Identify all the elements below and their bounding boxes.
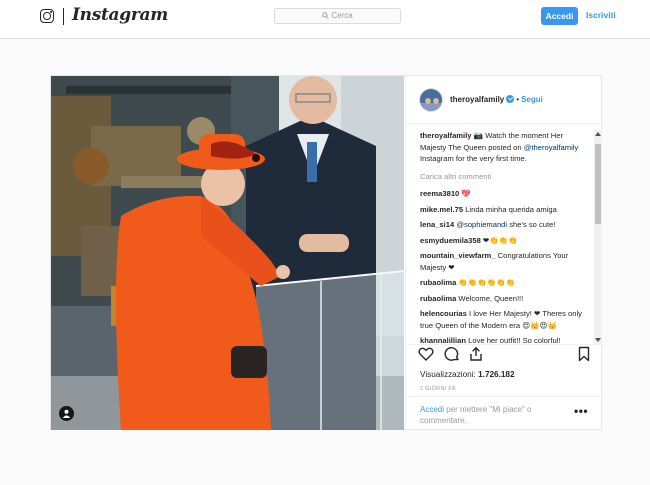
comment-text: 💖: [461, 189, 471, 198]
post-header: theroyalfamily • Segui: [406, 76, 603, 124]
comment-item: reema3810 💖: [420, 188, 590, 200]
login-prompt: Accedi per mettere "Mi piace" o commenta…: [420, 404, 565, 426]
comment-icon[interactable]: [444, 346, 460, 362]
verified-badge-icon: [506, 95, 515, 103]
separator-dot: •: [516, 95, 520, 104]
scrollbar-thumb[interactable]: [595, 144, 601, 224]
comment-text: ❤👏👏👏: [482, 235, 518, 245]
more-options-icon[interactable]: •••: [574, 404, 588, 418]
bookmark-icon[interactable]: [576, 346, 592, 362]
avatar-image: [420, 89, 442, 111]
load-more-comments-link[interactable]: Carica altri commenti: [420, 171, 590, 183]
instagram-wordmark[interactable]: Instagram: [72, 5, 168, 25]
comment-username[interactable]: esmyduemila358: [420, 236, 481, 245]
comment-item: esmyduemila358 ❤👏👏👏: [420, 235, 590, 247]
comment-item: mike.mel.75 Linda minha querida amiga: [420, 204, 590, 216]
caption-username[interactable]: theroyalfamily: [420, 131, 472, 140]
post-sidebar: theroyalfamily • Segui theroyalfamily 📷 Wa…: [405, 76, 603, 430]
comment-text: she's so cute!: [507, 220, 556, 229]
caption-text-end: Instagram for the very first time.: [420, 154, 527, 163]
comments-scrollbar[interactable]: [594, 130, 602, 344]
comment-item: khannalillian Love her outfit!! So color…: [420, 335, 590, 344]
comment-username[interactable]: reema3810: [420, 189, 459, 198]
signup-link[interactable]: Iscriviti: [586, 10, 616, 20]
post-timestamp[interactable]: 2 GIORNI FA: [420, 386, 456, 392]
search-placeholder: Cerca: [331, 11, 353, 20]
comment-username[interactable]: helencourias: [420, 309, 467, 318]
comment-text: 👏👏👏👏👏👏: [458, 278, 516, 287]
scroll-down-arrow-icon[interactable]: [595, 338, 601, 342]
comments-list[interactable]: theroyalfamily 📷 Watch the moment Her Ma…: [420, 130, 590, 344]
top-navigation-bar: Instagram Cerca Accedi Iscriviti: [0, 0, 650, 39]
comment-item: mountain_viewfarm_ Congratulations Your …: [420, 250, 590, 273]
logo-divider: [63, 8, 64, 25]
login-prompt-section: Accedi per mettere "Mi piace" o commenta…: [406, 396, 603, 430]
views-label: Visualizzazioni:: [420, 370, 476, 379]
comment-item: lena_si14 @sophiemandi she's so cute!: [420, 219, 590, 231]
account-username[interactable]: theroyalfamily: [450, 95, 504, 104]
views-count: Visualizzazioni: 1.726.182: [420, 370, 515, 379]
comment-mention[interactable]: @sophiemandi: [456, 220, 507, 229]
follow-button[interactable]: Segui: [521, 95, 543, 104]
comment-text: Linda minha querida amiga: [465, 204, 557, 214]
comment-username[interactable]: mountain_viewfarm_: [420, 251, 496, 260]
post-caption: theroyalfamily 📷 Watch the moment Her Ma…: [420, 130, 590, 165]
comment-item: rubaolima Welcome, Queen!!!: [420, 293, 590, 305]
comment-username[interactable]: khannalillian: [420, 336, 466, 344]
person-icon: [62, 409, 71, 418]
login-button[interactable]: Accedi: [541, 7, 578, 25]
user-tags-button[interactable]: [59, 406, 74, 421]
search-input[interactable]: Cerca: [274, 8, 401, 24]
comment-username[interactable]: lena_si14: [420, 220, 454, 229]
post-card: theroyalfamily • Segui theroyalfamily 📷 Wa…: [50, 75, 603, 430]
search-icon: [322, 12, 329, 19]
scroll-up-arrow-icon[interactable]: [595, 132, 601, 136]
login-link[interactable]: Accedi: [420, 405, 444, 414]
comment-username[interactable]: mike.mel.75: [420, 205, 463, 214]
post-actions-bar: [406, 344, 603, 366]
post-photo[interactable]: [51, 76, 404, 430]
comment-text: Love her outfit!! So colorful!: [468, 336, 561, 344]
photo-illustration: [51, 76, 404, 430]
heart-icon[interactable]: [418, 346, 434, 362]
comment-username[interactable]: rubaolima: [420, 294, 456, 303]
comment-username[interactable]: rubaolima: [420, 278, 456, 287]
comment-item: rubaolima 👏👏👏👏👏👏: [420, 277, 590, 289]
comment-item: helencourias I love Her Majesty! ❤ There…: [420, 308, 590, 331]
caption-mention[interactable]: @theroyalfamily: [524, 143, 579, 152]
instagram-camera-icon[interactable]: [40, 9, 54, 23]
account-header: theroyalfamily • Segui: [450, 95, 543, 104]
share-icon[interactable]: [468, 346, 484, 362]
comment-text: Welcome, Queen!!!: [458, 293, 524, 303]
avatar[interactable]: [419, 88, 443, 112]
views-number: 1.726.182: [478, 370, 515, 379]
